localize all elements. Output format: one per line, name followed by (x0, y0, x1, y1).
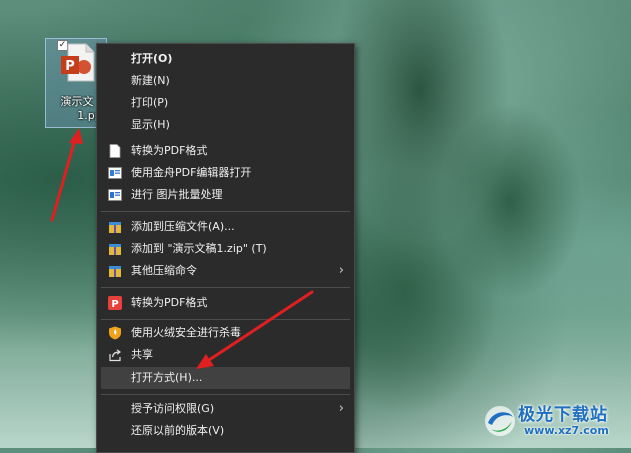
red-arrow-icon (196, 290, 314, 369)
watermark-title: 极光下载站 (518, 405, 608, 425)
watermark-url: www.xz7.com (524, 424, 609, 437)
watermark: 极光下载站 www.xz7.com (480, 398, 630, 446)
annotation-arrows (50, 128, 314, 369)
watermark-logo-icon (485, 406, 515, 436)
red-arrow-icon (50, 128, 83, 222)
